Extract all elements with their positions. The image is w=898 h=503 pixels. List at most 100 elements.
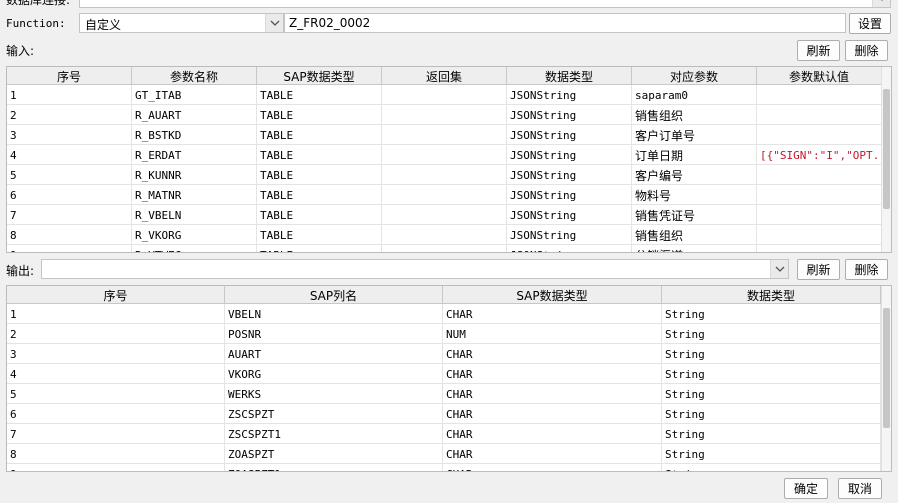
table-cell: String (662, 404, 881, 424)
chevron-down-icon[interactable] (872, 0, 890, 7)
col-header[interactable]: SAP列名 (225, 286, 443, 304)
table-row[interactable]: 7 R_VBELN TABLE JSONString 销售凭证号 (7, 205, 882, 225)
col-header[interactable]: 参数名称 (132, 67, 257, 85)
table-row[interactable]: 6 R_MATNR TABLE JSONString 物料号 (7, 185, 882, 205)
table-cell: JSONString (507, 245, 632, 252)
table-row[interactable]: 2 R_AUART TABLE JSONString 销售组织 (7, 105, 882, 125)
table-cell: TABLE (257, 185, 382, 205)
col-header[interactable]: 返回集 (382, 67, 507, 85)
function-type-select[interactable]: 自定义 (79, 13, 284, 33)
table-cell: 分销渠道 (632, 245, 757, 252)
input-refresh-button[interactable]: 刷新 (797, 40, 840, 61)
table-cell (757, 185, 882, 205)
output-refresh-button[interactable]: 刷新 (797, 259, 840, 280)
table-cell: R_MATNR (132, 185, 257, 205)
table-cell: JSONString (507, 85, 632, 105)
table-cell: JSONString (507, 185, 632, 205)
table-cell: NUM (443, 324, 662, 344)
input-table-header: 序号 参数名称 SAP数据类型 返回集 数据类型 对应参数 参数默认值 (7, 67, 882, 85)
table-row[interactable]: 9R_VTWEGTABLE JSONString分销渠道 (7, 245, 882, 252)
table-row[interactable]: 8 ZOASPZT CHAR String (7, 444, 881, 464)
table-cell: JSONString (507, 205, 632, 225)
output-delete-button[interactable]: 删除 (845, 259, 888, 280)
table-cell: CHAR (443, 364, 662, 384)
table-cell: 1 (7, 304, 225, 324)
col-header[interactable]: SAP数据类型 (257, 67, 382, 85)
table-cell: TABLE (257, 105, 382, 125)
function-label: Function: (6, 17, 66, 30)
db-connection-label: 数据库连接: (6, 0, 71, 7)
function-type-value: 自定义 (85, 18, 122, 32)
function-name-input[interactable]: Z_FR02_0002 (284, 13, 846, 33)
table-cell: CHAR (443, 304, 662, 324)
input-table-scrollbar[interactable] (881, 67, 891, 252)
table-cell: String (662, 424, 881, 444)
table-cell (757, 205, 882, 225)
table-row[interactable]: 4 R_ERDAT TABLE JSONString 订单日期 [{"SIGN":"I",… (7, 145, 882, 165)
output-columns-table: 序号 SAP列名 SAP数据类型 数据类型 1 VBELN CHAR String 2 P… (6, 285, 892, 472)
table-row[interactable]: 3 R_BSTKD TABLE JSONString 客户订单号 (7, 125, 882, 145)
table-cell: TABLE (257, 145, 382, 165)
table-cell: ZSCSPZT (225, 404, 443, 424)
output-select[interactable] (41, 259, 789, 279)
table-cell (382, 105, 507, 125)
db-connection-select[interactable]: UA (79, 0, 891, 8)
scroll-thumb[interactable] (883, 89, 890, 209)
table-cell: 客户订单号 (632, 125, 757, 145)
table-cell: POSNR (225, 324, 443, 344)
table-cell: CHAR (443, 424, 662, 444)
cancel-button[interactable]: 取消 (838, 478, 882, 499)
table-row[interactable]: 7 ZSCSPZT1 CHAR String (7, 424, 881, 444)
col-header[interactable]: 序号 (7, 67, 132, 85)
table-cell: CHAR (443, 404, 662, 424)
table-row[interactable]: 9ZOASPZT1CHARString (7, 464, 881, 471)
chevron-down-icon[interactable] (265, 14, 283, 32)
table-cell: 7 (7, 205, 132, 225)
table-cell (382, 185, 507, 205)
table-cell (757, 245, 882, 252)
col-header[interactable]: 数据类型 (507, 67, 632, 85)
table-cell: 物料号 (632, 185, 757, 205)
table-row[interactable]: 2 POSNR NUM String (7, 324, 881, 344)
table-cell: R_AUART (132, 105, 257, 125)
settings-button[interactable]: 设置 (849, 13, 891, 34)
table-row[interactable]: 1 GT_ITAB TABLE JSONString saparam0 (7, 85, 882, 105)
table-row[interactable]: 3 AUART CHAR String (7, 344, 881, 364)
table-cell: VKORG (225, 364, 443, 384)
table-cell: String (662, 384, 881, 404)
chevron-down-icon[interactable] (770, 260, 788, 278)
input-delete-button[interactable]: 删除 (845, 40, 888, 61)
table-cell: 3 (7, 125, 132, 145)
table-cell: String (662, 464, 881, 471)
col-header[interactable]: 数据类型 (662, 286, 881, 304)
table-cell: GT_ITAB (132, 85, 257, 105)
table-cell: 4 (7, 364, 225, 384)
table-cell: R_KUNNR (132, 165, 257, 185)
table-row[interactable]: 4 VKORG CHAR String (7, 364, 881, 384)
table-cell: String (662, 444, 881, 464)
col-header[interactable]: 序号 (7, 286, 225, 304)
table-row[interactable]: 1 VBELN CHAR String (7, 304, 881, 324)
table-cell (757, 225, 882, 245)
table-row[interactable]: 5 WERKS CHAR String (7, 384, 881, 404)
table-row[interactable]: 5 R_KUNNR TABLE JSONString 客户编号 (7, 165, 882, 185)
table-cell: 8 (7, 225, 132, 245)
ok-button[interactable]: 确定 (784, 478, 828, 499)
col-header[interactable]: 对应参数 (632, 67, 757, 85)
table-cell: String (662, 324, 881, 344)
scroll-thumb[interactable] (883, 308, 890, 428)
table-cell: R_VBELN (132, 205, 257, 225)
table-cell: 9 (7, 245, 132, 252)
table-cell: WERKS (225, 384, 443, 404)
input-table-body: 1 GT_ITAB TABLE JSONString saparam0 2 R_AUART T… (7, 85, 882, 252)
col-header[interactable]: SAP数据类型 (443, 286, 662, 304)
table-cell: 销售凭证号 (632, 205, 757, 225)
col-header[interactable]: 参数默认值 (757, 67, 882, 85)
table-cell: 5 (7, 384, 225, 404)
table-row[interactable]: 6 ZSCSPZT CHAR String (7, 404, 881, 424)
input-params-table: 序号 参数名称 SAP数据类型 返回集 数据类型 对应参数 参数默认值 1 GT_… (6, 66, 892, 253)
table-row[interactable]: 8 R_VKORG TABLE JSONString 销售组织 (7, 225, 882, 245)
output-table-scrollbar[interactable] (881, 286, 891, 471)
table-cell: 5 (7, 165, 132, 185)
table-cell: CHAR (443, 464, 662, 471)
